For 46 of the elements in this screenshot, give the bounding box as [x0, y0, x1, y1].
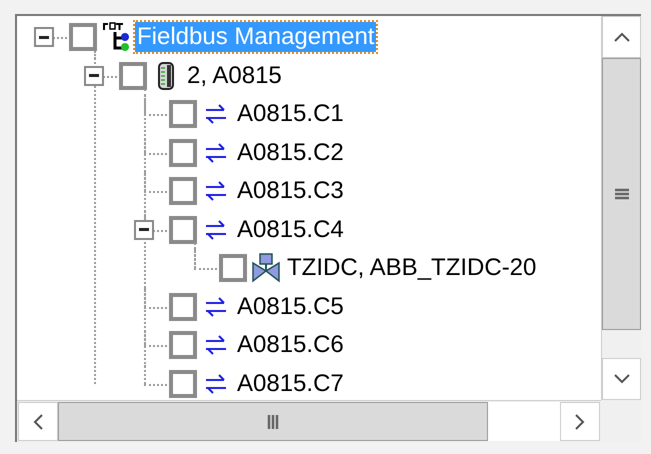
chevron-up-icon [614, 32, 630, 42]
exchange-arrows-icon [204, 142, 228, 163]
horizontal-scrollbar[interactable] [17, 400, 601, 442]
tree-item[interactable]: A0815.C7 [235, 368, 346, 399]
checkbox[interactable] [169, 177, 197, 206]
checkbox[interactable] [219, 254, 247, 282]
vertical-scrollbar[interactable] [601, 16, 641, 400]
collapse-toggle[interactable] [34, 27, 54, 48]
tree-item[interactable]: 2, A0815 [185, 60, 284, 91]
module-icon [158, 62, 174, 90]
collapse-toggle[interactable] [134, 220, 154, 240]
checkbox[interactable] [169, 216, 197, 244]
scroll-down-button[interactable] [602, 358, 641, 400]
tree-item[interactable]: A0815.C4 [235, 214, 346, 245]
scroll-thumb[interactable] [602, 58, 641, 330]
chevron-right-icon [575, 414, 585, 430]
collapse-toggle[interactable] [84, 66, 104, 86]
network-icon [101, 22, 131, 52]
exchange-arrows-icon [204, 374, 228, 394]
checkbox[interactable] [169, 138, 197, 167]
scroll-right-button[interactable] [560, 402, 600, 441]
chevron-left-icon [33, 414, 43, 430]
checkbox[interactable] [169, 370, 197, 398]
tree-item[interactable]: TZIDC, ABB_TZIDC-20 [285, 253, 538, 284]
grip-icon [267, 414, 279, 428]
tree-item[interactable]: A0815.C6 [235, 330, 346, 360]
tree-item[interactable]: A0815.C2 [235, 138, 346, 168]
exchange-arrows-icon [204, 104, 228, 124]
valve-icon [251, 253, 281, 284]
scroll-left-button[interactable] [18, 402, 58, 441]
exchange-arrows-icon [204, 296, 228, 317]
checkbox[interactable] [169, 100, 197, 128]
exchange-arrows-icon [204, 335, 228, 356]
tree-item[interactable]: A0815.C3 [235, 176, 346, 206]
grip-icon [614, 188, 628, 200]
checkbox[interactable] [169, 292, 197, 321]
scroll-up-button[interactable] [602, 16, 641, 58]
exchange-arrows-icon [204, 181, 228, 202]
checkbox[interactable] [119, 62, 147, 90]
tree-item[interactable]: A0815.C5 [235, 292, 346, 322]
checkbox[interactable] [169, 331, 197, 360]
checkbox[interactable] [69, 23, 97, 52]
chevron-down-icon [614, 374, 630, 384]
scroll-thumb[interactable] [58, 402, 488, 441]
exchange-arrows-icon [204, 220, 228, 240]
tree-item[interactable]: A0815.C1 [235, 99, 346, 130]
